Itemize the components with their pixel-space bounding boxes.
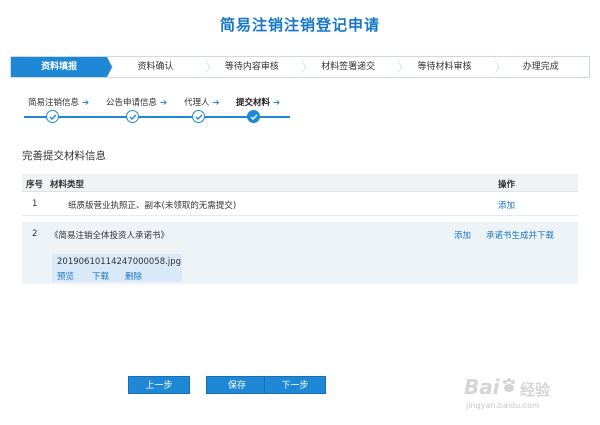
section-title: 完善提交材料信息 — [22, 150, 106, 162]
substep-agent[interactable]: 代理人 ➔ — [184, 96, 220, 108]
step-wait-content-review[interactable]: 等待内容审核 — [204, 57, 306, 77]
watermark-logo: Bai — [464, 375, 500, 399]
paw-icon — [503, 378, 515, 392]
arrow-right-icon: ➔ — [160, 98, 168, 108]
watermark-suffix: 经验 — [520, 381, 551, 399]
watermark-url: jingyan.baidu.com — [466, 401, 540, 410]
file-name: 20190610114247000058.jpg — [57, 257, 182, 267]
header-operation: 操作 — [498, 180, 516, 190]
arrow-right-icon: ➔ — [82, 98, 90, 108]
download-link[interactable]: 下载 — [92, 270, 109, 282]
save-button[interactable]: 保存 — [206, 376, 268, 394]
add-link[interactable]: 添加 — [454, 229, 471, 241]
uploaded-file: 20190610114247000058.jpg 预览 下载 删除 — [52, 254, 182, 282]
prev-button[interactable]: 上一步 — [128, 376, 190, 394]
step-label: 等待内容审核 — [224, 62, 279, 72]
header-type: 材料类型 — [50, 180, 85, 190]
row-no: 1 — [32, 199, 38, 209]
arrow-right-icon: ➔ — [273, 98, 281, 108]
step-sign-submit[interactable]: 材料签署递交 — [300, 57, 403, 77]
table-row: 2 《简易注销全体投资人承诺书》 添加 承诺书生成并下载 20190610114… — [22, 222, 578, 284]
sub-steps: 简易注销信息 ➔ 公告申请信息 ➔ 代理人 ➔ 提交材料 ➔ — [24, 96, 294, 126]
watermark-logo-text: Bai — [464, 375, 500, 399]
next-button[interactable]: 下一步 — [264, 376, 326, 394]
delete-link[interactable]: 删除 — [125, 270, 142, 282]
check-circle-icon — [126, 110, 139, 123]
row-no: 2 — [32, 229, 38, 239]
check-circle-icon — [192, 110, 205, 123]
substep-label: 代理人 — [184, 98, 210, 108]
step-label: 资料确认 — [137, 62, 174, 72]
progress-steps: 资料填报 资料确认 等待内容审核 材料签署递交 等待材料审核 办理完成 — [10, 56, 590, 78]
substep-announcement-info[interactable]: 公告申请信息 ➔ — [106, 96, 167, 108]
arrow-right-icon: ➔ — [212, 98, 220, 108]
step-wait-material-review[interactable]: 等待材料审核 — [396, 57, 499, 77]
preview-link[interactable]: 预览 — [57, 270, 74, 282]
table-header: 序号 材料类型 操作 — [22, 174, 578, 192]
step-complete[interactable]: 办理完成 — [493, 57, 589, 77]
step-confirm-info[interactable]: 资料确认 — [107, 57, 210, 77]
step-label: 等待材料审核 — [417, 62, 472, 72]
watermark: Bai 经验 jingyan.baidu.com — [460, 375, 580, 415]
step-label: 资料填报 — [41, 62, 78, 72]
header-no: 序号 — [26, 180, 44, 190]
substep-label: 公告申请信息 — [106, 98, 158, 108]
add-link[interactable]: 添加 — [498, 199, 515, 211]
row-type: 纸质版营业执照正、副本(未领取的无需提交) — [68, 201, 237, 211]
step-label: 材料签署递交 — [321, 62, 376, 72]
step-fill-info[interactable]: 资料填报 — [11, 57, 114, 77]
substep-submit-materials[interactable]: 提交材料 ➔ — [236, 96, 280, 108]
table-row: 1 纸质版营业执照正、副本(未领取的无需提交) 添加 — [22, 192, 578, 216]
row-type: 《简易注销全体投资人承诺书》 — [50, 231, 170, 241]
check-circle-icon — [46, 110, 59, 123]
substep-cancel-info[interactable]: 简易注销信息 ➔ — [28, 96, 89, 108]
generate-download-link[interactable]: 承诺书生成并下载 — [486, 229, 554, 241]
substep-label: 提交材料 — [236, 98, 271, 108]
step-label: 办理完成 — [522, 62, 559, 72]
check-circle-filled-icon — [247, 110, 260, 123]
substep-label: 简易注销信息 — [28, 98, 80, 108]
page-title: 简易注销注销登记申请 — [219, 16, 380, 34]
materials-table: 序号 材料类型 操作 1 纸质版营业执照正、副本(未领取的无需提交) 添加 2 … — [22, 174, 578, 284]
